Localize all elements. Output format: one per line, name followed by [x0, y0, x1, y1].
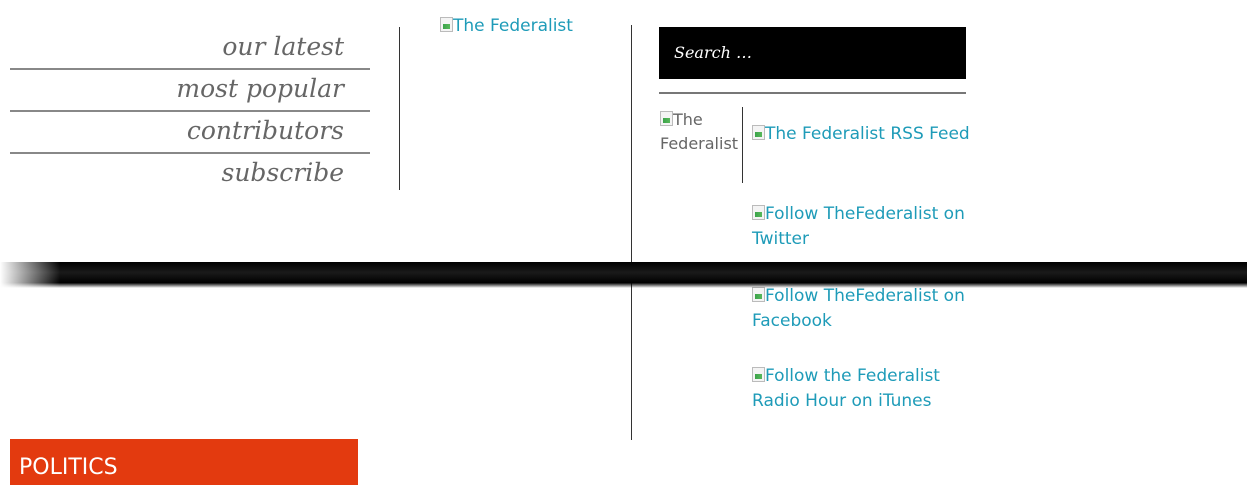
itunes-label: Follow the Federalist Radio Hour on iTun… [752, 366, 940, 411]
header-shadow [0, 262, 1247, 288]
sidebar-logo-divider [742, 107, 743, 183]
search-input[interactable]: Search … [659, 27, 966, 79]
site-logo-alt: The Federalist [453, 16, 573, 36]
content-divider [631, 25, 632, 440]
nav-contributors[interactable]: contributors [10, 112, 370, 154]
sidebar-logo: The Federalist [660, 108, 738, 156]
twitter-label: Follow TheFederalist on Twitter [752, 204, 965, 249]
twitter-link[interactable]: Follow TheFederalist on Twitter [752, 202, 972, 252]
main-nav: our latest most popular contributors sub… [10, 28, 370, 194]
header-shadow-fade [0, 250, 60, 298]
rss-feed-label: The Federalist RSS Feed [765, 124, 970, 144]
nav-subscribe[interactable]: subscribe [10, 154, 370, 194]
twitter-icon [752, 205, 765, 220]
facebook-label: Follow TheFederalist on Facebook [752, 286, 965, 331]
rss-feed-link[interactable]: The Federalist RSS Feed [752, 122, 972, 147]
broken-image-icon [660, 111, 673, 126]
facebook-icon [752, 287, 765, 302]
nav-our-latest[interactable]: our latest [10, 28, 370, 70]
broken-image-icon [440, 17, 453, 32]
facebook-link[interactable]: Follow TheFederalist on Facebook [752, 284, 972, 334]
site-logo-link[interactable]: The Federalist [440, 14, 573, 39]
rss-icon [752, 125, 765, 140]
nav-divider [399, 27, 400, 190]
section-label[interactable]: POLITICS [10, 439, 358, 485]
itunes-link[interactable]: Follow the Federalist Radio Hour on iTun… [752, 364, 972, 414]
itunes-icon [752, 367, 765, 382]
nav-most-popular[interactable]: most popular [10, 70, 370, 112]
search-underline [659, 92, 966, 94]
